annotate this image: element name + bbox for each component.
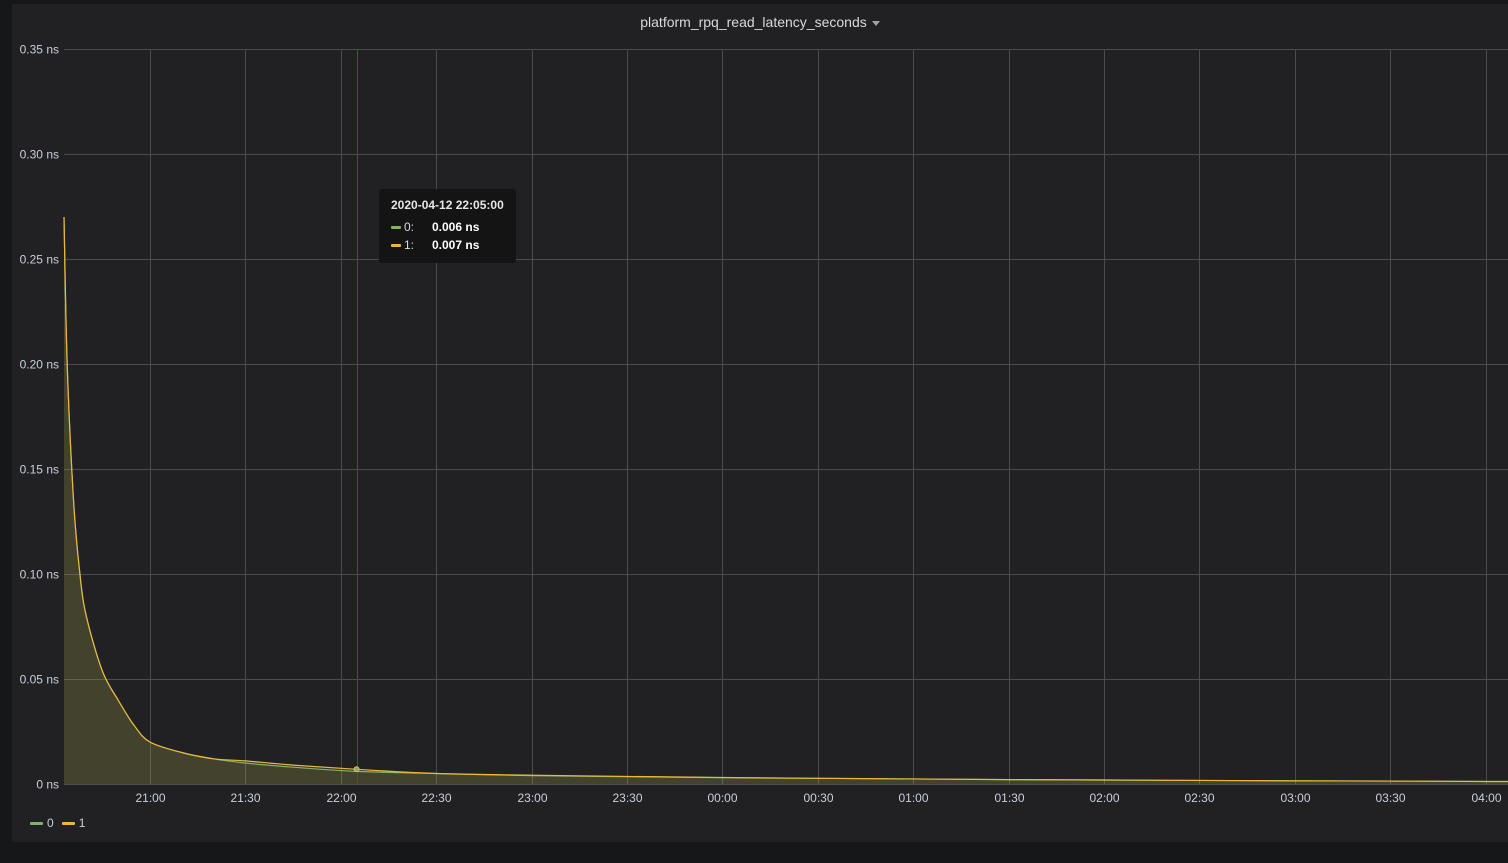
y-gridlines <box>64 49 1508 785</box>
x-tick-label: 21:30 <box>230 791 260 805</box>
y-tick-label: 0.20 ns <box>20 358 59 372</box>
x-tick-label: 01:30 <box>994 791 1024 805</box>
x-axis-ticks: 21:00 21:30 22:00 22:30 23:00 23:30 00:00 00:30… <box>135 791 1501 805</box>
x-tick-label: 23:00 <box>517 791 547 805</box>
x-gridlines <box>150 49 1487 784</box>
tooltip-row-0: 0: 0.006 ns <box>391 218 504 236</box>
y-tick-label: 0.15 ns <box>20 463 59 477</box>
hover-point <box>353 766 360 773</box>
legend: 0 1 <box>30 816 93 830</box>
x-tick-label: 02:00 <box>1089 791 1119 805</box>
series-1-swatch <box>391 243 401 247</box>
legend-label[interactable]: 0 <box>47 816 54 830</box>
x-tick-label: 22:00 <box>326 791 356 805</box>
x-tick-label: 02:30 <box>1184 791 1214 805</box>
x-tick-label: 03:00 <box>1280 791 1310 805</box>
tooltip-series-value: 0.007 ns <box>432 238 480 252</box>
tooltip-series-value: 0.006 ns <box>432 220 480 234</box>
x-tick-label: 04:00 <box>1471 791 1501 805</box>
x-tick-label: 22:30 <box>421 791 451 805</box>
x-tick-label: 01:00 <box>898 791 928 805</box>
x-tick-label: 03:30 <box>1375 791 1405 805</box>
series-fills <box>64 217 1508 784</box>
x-tick-label: 21:00 <box>135 791 165 805</box>
series-0-swatch <box>391 225 401 229</box>
series-0-area <box>64 217 1508 784</box>
tooltip-series-name: 0: <box>404 220 415 234</box>
y-axis-ticks: 0 ns 0.05 ns 0.10 ns 0.15 ns 0.20 ns 0.25 ns 0… <box>20 43 59 792</box>
chart-svg[interactable]: 0 ns 0.05 ns 0.10 ns 0.15 ns 0.20 ns 0.25 ns 0… <box>0 0 1508 863</box>
series-1-area <box>64 217 1508 784</box>
y-tick-label: 0.25 ns <box>20 253 59 267</box>
legend-item-0[interactable]: 0 <box>30 816 54 830</box>
x-tick-label: 00:00 <box>707 791 737 805</box>
y-tick-label: 0.30 ns <box>20 148 59 162</box>
legend-swatch <box>61 821 75 825</box>
y-tick-label: 0 ns <box>36 778 59 792</box>
y-tick-label: 0.05 ns <box>20 673 59 687</box>
series-0-line <box>63 216 1508 783</box>
y-tick-label: 0.10 ns <box>20 568 59 582</box>
legend-label[interactable]: 1 <box>79 816 86 830</box>
tooltip-row-1: 1: 0.007 ns <box>391 236 504 254</box>
legend-swatch <box>30 821 43 825</box>
legend-item-1[interactable]: 1 <box>61 816 86 830</box>
series-1-line <box>63 216 1508 783</box>
tooltip: 2020-04-12 22:05:00 0: 0.006 ns 1: 0.007… <box>379 189 516 263</box>
series-lines <box>63 216 1508 783</box>
y-tick-label: 0.35 ns <box>20 43 59 57</box>
tooltip-series-name: 1: <box>404 238 415 252</box>
x-tick-label: 23:30 <box>612 791 642 805</box>
tooltip-time: 2020-04-12 22:05:00 <box>391 198 504 212</box>
x-tick-label: 00:30 <box>803 791 833 805</box>
